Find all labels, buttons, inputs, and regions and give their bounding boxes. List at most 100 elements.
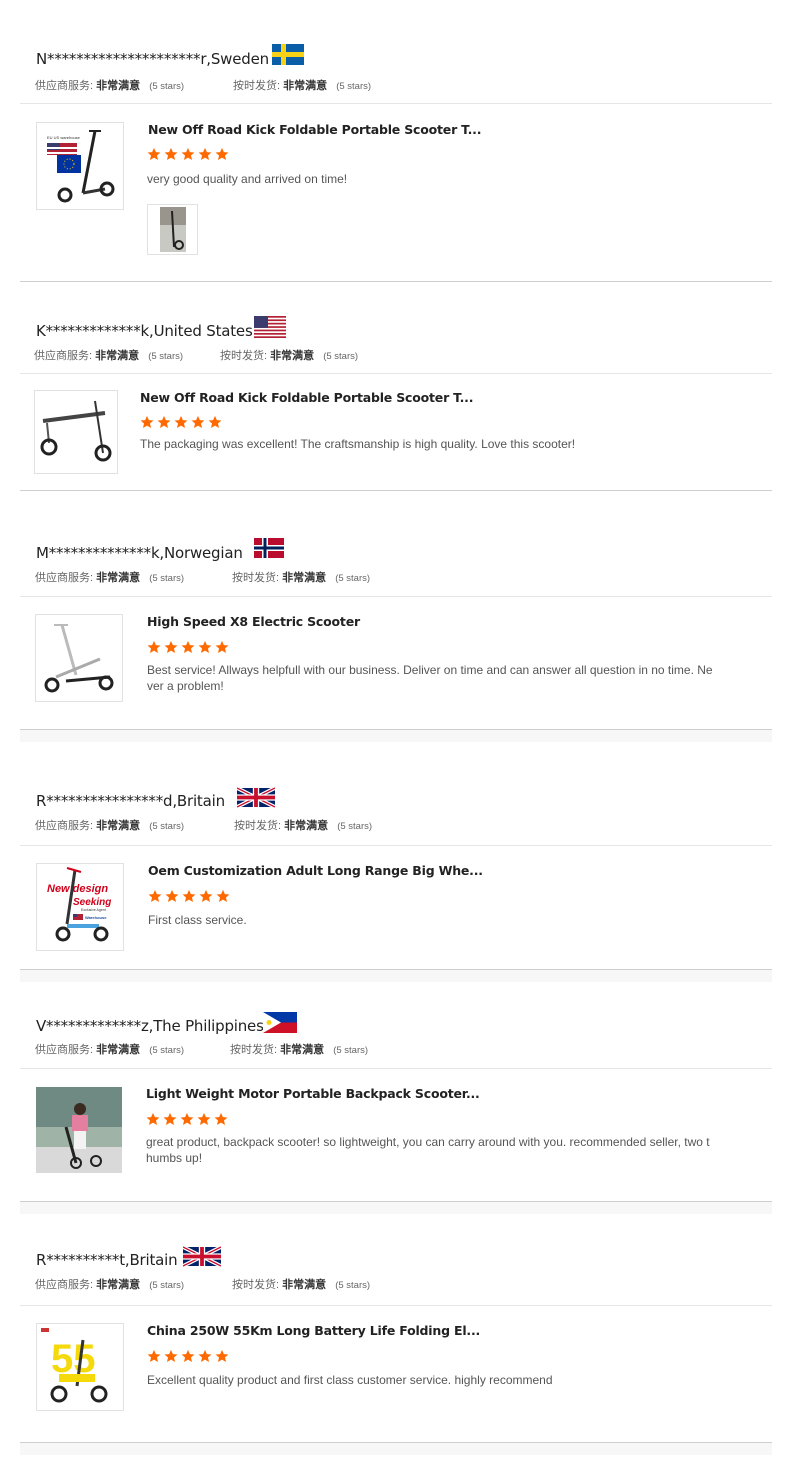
uk-flag-icon [183, 1246, 221, 1267]
section-gap [20, 1443, 772, 1455]
star-icon [182, 889, 196, 903]
on-time-label: 按时发货: [233, 80, 281, 92]
buyer-name: M**************k,Norwegian [36, 544, 243, 562]
product-thumbnail[interactable] [36, 1087, 122, 1173]
on-time-stars: (5 stars) [337, 821, 373, 832]
rating-stars [147, 1349, 232, 1365]
star-icon [163, 1112, 177, 1126]
star-icon [214, 1112, 228, 1126]
thumbnail-caption: Exclusive Agent [81, 908, 106, 912]
review-card: V*************z,The Philippines 供应商服务: 非… [20, 1012, 772, 1217]
product-thumbnail[interactable]: 55 [36, 1323, 124, 1411]
product-thumbnail[interactable]: EU US warehouse [36, 122, 124, 210]
product-title[interactable]: High Speed X8 Electric Scooter [147, 614, 360, 629]
supplier-service-value: 非常满意 [96, 1044, 141, 1056]
norway-flag-icon [254, 538, 284, 558]
review-comment: The packaging was excellent! The craftsm… [140, 437, 576, 451]
star-icon [215, 1349, 229, 1363]
supplier-service-value: 非常满意 [95, 350, 140, 362]
review-comment: Best service! Allways helpfull with our … [147, 663, 713, 693]
star-icon [180, 1112, 194, 1126]
divider [20, 490, 772, 491]
seller-ratings: 供应商服务: 非常满意 (5 stars) 按时发货: 非常满意 (5 star… [35, 77, 371, 93]
on-time-value: 非常满意 [282, 1279, 327, 1291]
review-comment: very good quality and arrived on time! [147, 172, 348, 186]
supplier-service-stars: (5 stars) [148, 351, 184, 362]
thumbnail-caption: Seeking [73, 897, 111, 908]
supplier-service-label: 供应商服务: [35, 820, 94, 832]
on-time-label: 按时发货: [232, 572, 280, 584]
product-title[interactable]: China 250W 55Km Long Battery Life Foldin… [147, 1323, 480, 1338]
supplier-service-label: 供应商服务: [35, 80, 94, 92]
star-icon [164, 640, 178, 654]
supplier-service-label: 供应商服务: [35, 1044, 94, 1056]
star-icon [199, 889, 213, 903]
star-icon [181, 147, 195, 161]
on-time-label: 按时发货: [230, 1044, 278, 1056]
star-icon [140, 415, 154, 429]
star-icon [147, 640, 161, 654]
review-photo[interactable] [147, 204, 198, 255]
review-card: M**************k,Norwegian 供应商服务: 非常满意 (… [20, 538, 772, 744]
buyer-name: K*************k,United States [36, 322, 253, 340]
thumbnail-caption: EU US warehouse [47, 135, 81, 140]
on-time-label: 按时发货: [220, 350, 268, 362]
sweden-flag-icon [272, 44, 304, 65]
star-icon [191, 415, 205, 429]
review-card: R**********t,Britain 供应商服务: 非常满意 (5 star… [20, 1246, 772, 1459]
product-title[interactable]: New Off Road Kick Foldable Portable Scoo… [140, 390, 473, 405]
philippines-flag-icon [263, 1012, 297, 1033]
on-time-stars: (5 stars) [333, 1045, 369, 1056]
star-icon [216, 889, 230, 903]
on-time-value: 非常满意 [270, 350, 315, 362]
rating-stars [146, 1112, 231, 1128]
supplier-service-value: 非常满意 [96, 1279, 141, 1291]
seller-ratings: 供应商服务: 非常满意 (5 stars) 按时发货: 非常满意 (5 star… [35, 817, 372, 833]
section-gap [20, 970, 772, 982]
star-icon [215, 640, 229, 654]
product-thumbnail[interactable]: New design Seeking Exclusive Agent Wareh… [36, 863, 124, 951]
on-time-label: 按时发货: [234, 820, 282, 832]
star-icon [174, 415, 188, 429]
supplier-service-label: 供应商服务: [35, 1279, 94, 1291]
star-icon [181, 640, 195, 654]
rating-stars [140, 415, 225, 431]
usa-flag-icon [254, 316, 286, 338]
star-icon [197, 1112, 211, 1126]
review-comment: great product, backpack scooter! so ligh… [146, 1135, 710, 1165]
rating-stars [147, 147, 232, 163]
divider [20, 1068, 772, 1069]
product-thumbnail[interactable] [34, 390, 118, 474]
supplier-service-label: 供应商服务: [34, 350, 93, 362]
star-icon [198, 147, 212, 161]
star-icon [164, 147, 178, 161]
star-icon [198, 1349, 212, 1363]
supplier-service-label: 供应商服务: [35, 572, 94, 584]
seller-ratings: 供应商服务: 非常满意 (5 stars) 按时发货: 非常满意 (5 star… [34, 347, 358, 363]
star-icon [147, 1349, 161, 1363]
star-icon [198, 640, 212, 654]
buyer-name: N*********************r,Sweden [36, 50, 269, 68]
section-gap [20, 730, 772, 742]
on-time-label: 按时发货: [232, 1279, 280, 1291]
divider [20, 373, 772, 374]
divider [20, 596, 772, 597]
product-title[interactable]: Light Weight Motor Portable Backpack Sco… [146, 1086, 480, 1101]
product-title[interactable]: New Off Road Kick Foldable Portable Scoo… [148, 122, 481, 137]
supplier-service-stars: (5 stars) [149, 1280, 185, 1291]
on-time-value: 非常满意 [280, 1044, 325, 1056]
rating-stars [147, 640, 232, 656]
star-icon [181, 1349, 195, 1363]
review-card: N*********************r,Sweden 供应商服务: 非常… [20, 44, 772, 282]
supplier-service-value: 非常满意 [96, 572, 141, 584]
on-time-stars: (5 stars) [336, 81, 372, 92]
on-time-value: 非常满意 [284, 820, 329, 832]
supplier-service-stars: (5 stars) [149, 573, 185, 584]
product-thumbnail[interactable] [35, 614, 123, 702]
star-icon [146, 1112, 160, 1126]
thumbnail-caption: New design [47, 883, 108, 895]
supplier-service-stars: (5 stars) [149, 1045, 185, 1056]
seller-ratings: 供应商服务: 非常满意 (5 stars) 按时发货: 非常满意 (5 star… [35, 1276, 370, 1292]
product-title[interactable]: Oem Customization Adult Long Range Big W… [148, 863, 483, 878]
star-icon [147, 147, 161, 161]
